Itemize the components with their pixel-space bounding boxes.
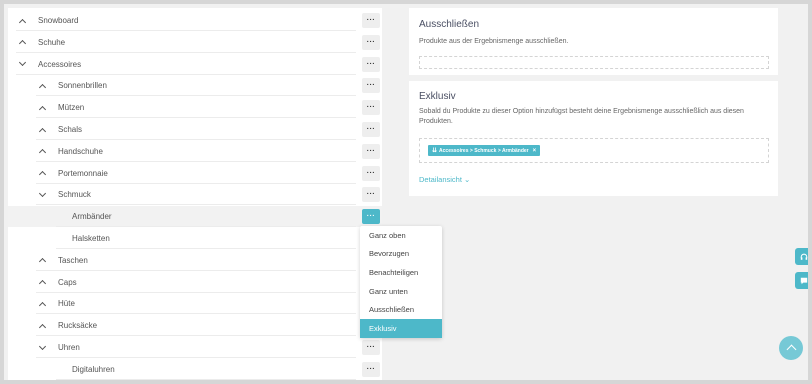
tree-item-label: Accessoires [38,59,82,69]
tree-item[interactable]: Halsketten··· [8,228,382,249]
tree-item-label: Rucksäcke [58,321,98,331]
more-options-button[interactable]: ··· [362,209,380,225]
more-options-button[interactable]: ··· [362,143,380,159]
scroll-to-top-button[interactable] [779,336,803,360]
chevron-up-icon[interactable] [38,168,48,178]
app-frame: Snowboard ··· Schuhe ··· Accessoires ··· Sonne… [0,0,812,384]
category-tag: ⇊ Accessoires > Schmuck > Armbänder × [428,145,541,156]
exclusive-panel-title: Exklusiv [419,91,456,102]
tree-item[interactable]: Accessoires ··· [8,54,382,75]
tree-item-label: Armbänder [72,212,112,222]
exclude-panel-description: Produkte aus der Ergebnismenge ausschlie… [419,38,569,45]
more-options-button[interactable]: ··· [362,122,380,137]
chevron-up-icon[interactable] [38,255,48,265]
context-menu-item[interactable]: Benachteiligen [360,263,442,282]
support-widget-button[interactable] [795,248,808,265]
detail-view-link[interactable]: Detailansicht ⌄ [419,175,470,184]
exclusive-description-line1: Sobald du Produkte zu dieser Option hinz… [419,108,744,115]
tree-item[interactable]: Schmuck ··· [8,184,382,206]
more-options-button[interactable]: ··· [362,34,380,50]
chevron-up-icon[interactable] [38,81,48,91]
tree-item-label: Hüte [58,299,75,309]
chevron-down-icon[interactable] [38,190,48,200]
tree-item-label: Portemonnaie [58,168,108,178]
category-tag-label: Accessoires > Schmuck > Armbänder [439,147,529,154]
chevron-up-icon[interactable] [38,299,48,309]
tree-item-label: Schals [58,125,83,134]
tree-item-label: Schmuck [58,190,91,200]
exclude-panel: Ausschließen Produkte aus der Ergebnisme… [409,8,778,75]
more-options-button[interactable]: ··· [362,361,380,377]
exclude-dropzone[interactable] [419,56,769,69]
tree-item-label: Mützen [58,103,85,113]
tree-item[interactable]: Caps··· [8,272,382,293]
more-options-button[interactable]: ··· [362,13,380,28]
tree-item-label: Digitaluhren [72,364,115,374]
exclusive-dropzone[interactable]: ⇊ Accessoires > Schmuck > Armbänder × [419,138,769,163]
chevron-down-icon[interactable] [18,59,28,69]
tree-item[interactable]: Rucksäcke··· [8,315,382,337]
context-menu-item[interactable]: Ausschließen [360,300,442,319]
tree-item-label: Caps [58,277,77,287]
tree-item[interactable]: Uhren ··· [8,337,382,358]
more-options-button[interactable]: ··· [362,187,380,203]
tree-item[interactable]: Digitaluhren ··· [8,359,382,380]
tree-item-label: Halsketten [72,234,110,243]
more-options-button[interactable]: ··· [362,165,380,181]
tree-item[interactable]: Hüte··· [8,293,382,315]
row-divider [56,378,356,380]
chevron-down-icon[interactable] [38,343,48,353]
chevron-up-icon[interactable] [38,125,48,135]
tree-item-label: Schuhe [38,37,66,47]
exclusive-panel-description: Sobald du Produkte zu dieser Option hinz… [419,107,769,127]
tree-item[interactable]: Snowboard ··· [8,10,382,31]
tree-item[interactable]: Armbänder ··· [8,206,382,228]
more-options-button[interactable]: ··· [362,78,380,94]
context-menu-item[interactable]: Ganz unten [360,282,442,301]
chevron-up-icon[interactable] [38,146,48,156]
close-icon[interactable]: × [533,148,537,154]
chat-icon [800,277,807,284]
tree-item[interactable]: Portemonnaie ··· [8,163,382,184]
tree-item-label: Uhren [58,343,80,352]
chevron-up-icon[interactable] [38,103,48,113]
tree-item-label: Handschuhe [58,146,103,156]
tree-item[interactable]: Schuhe ··· [8,32,382,53]
tree-item[interactable]: Handschuhe ··· [8,141,382,162]
category-tree: Snowboard ··· Schuhe ··· Accessoires ··· Sonne… [8,8,382,380]
more-options-button[interactable]: ··· [362,340,380,355]
chevron-up-icon[interactable] [38,277,48,287]
context-menu-item[interactable]: Ganz oben [360,226,442,245]
more-options-button[interactable]: ··· [362,100,380,116]
tree-item-label: Snowboard [38,16,79,25]
context-menu-item[interactable]: Bevorzugen [360,245,442,264]
merge-icon: ⇊ [432,148,438,154]
context-menu-item[interactable]: Exklusiv [360,318,442,338]
chevron-up-icon[interactable] [18,37,28,47]
headset-icon [800,253,807,260]
more-options-button[interactable]: ··· [362,56,380,72]
exclusive-panel: Exklusiv Sobald du Produkte zu dieser Op… [409,81,778,196]
tree-item[interactable]: Mützen ··· [8,97,382,119]
tree-item[interactable]: Sonnenbrillen ··· [8,75,382,97]
exclusive-description-line2: Produkten. [419,118,453,125]
tree-item-label: Taschen [58,255,88,265]
context-menu: Ganz oben Bevorzugen Benachteiligen Ganz un… [360,226,442,338]
chat-widget-button[interactable] [795,272,808,289]
chevron-up-icon[interactable] [18,16,28,26]
exclude-panel-title: Ausschließen [419,19,480,30]
tree-item[interactable]: Taschen··· [8,250,382,271]
tree-item-label: Sonnenbrillen [58,81,107,91]
tree-item[interactable]: Schals ··· [8,119,382,140]
chevron-up-icon[interactable] [38,321,48,331]
